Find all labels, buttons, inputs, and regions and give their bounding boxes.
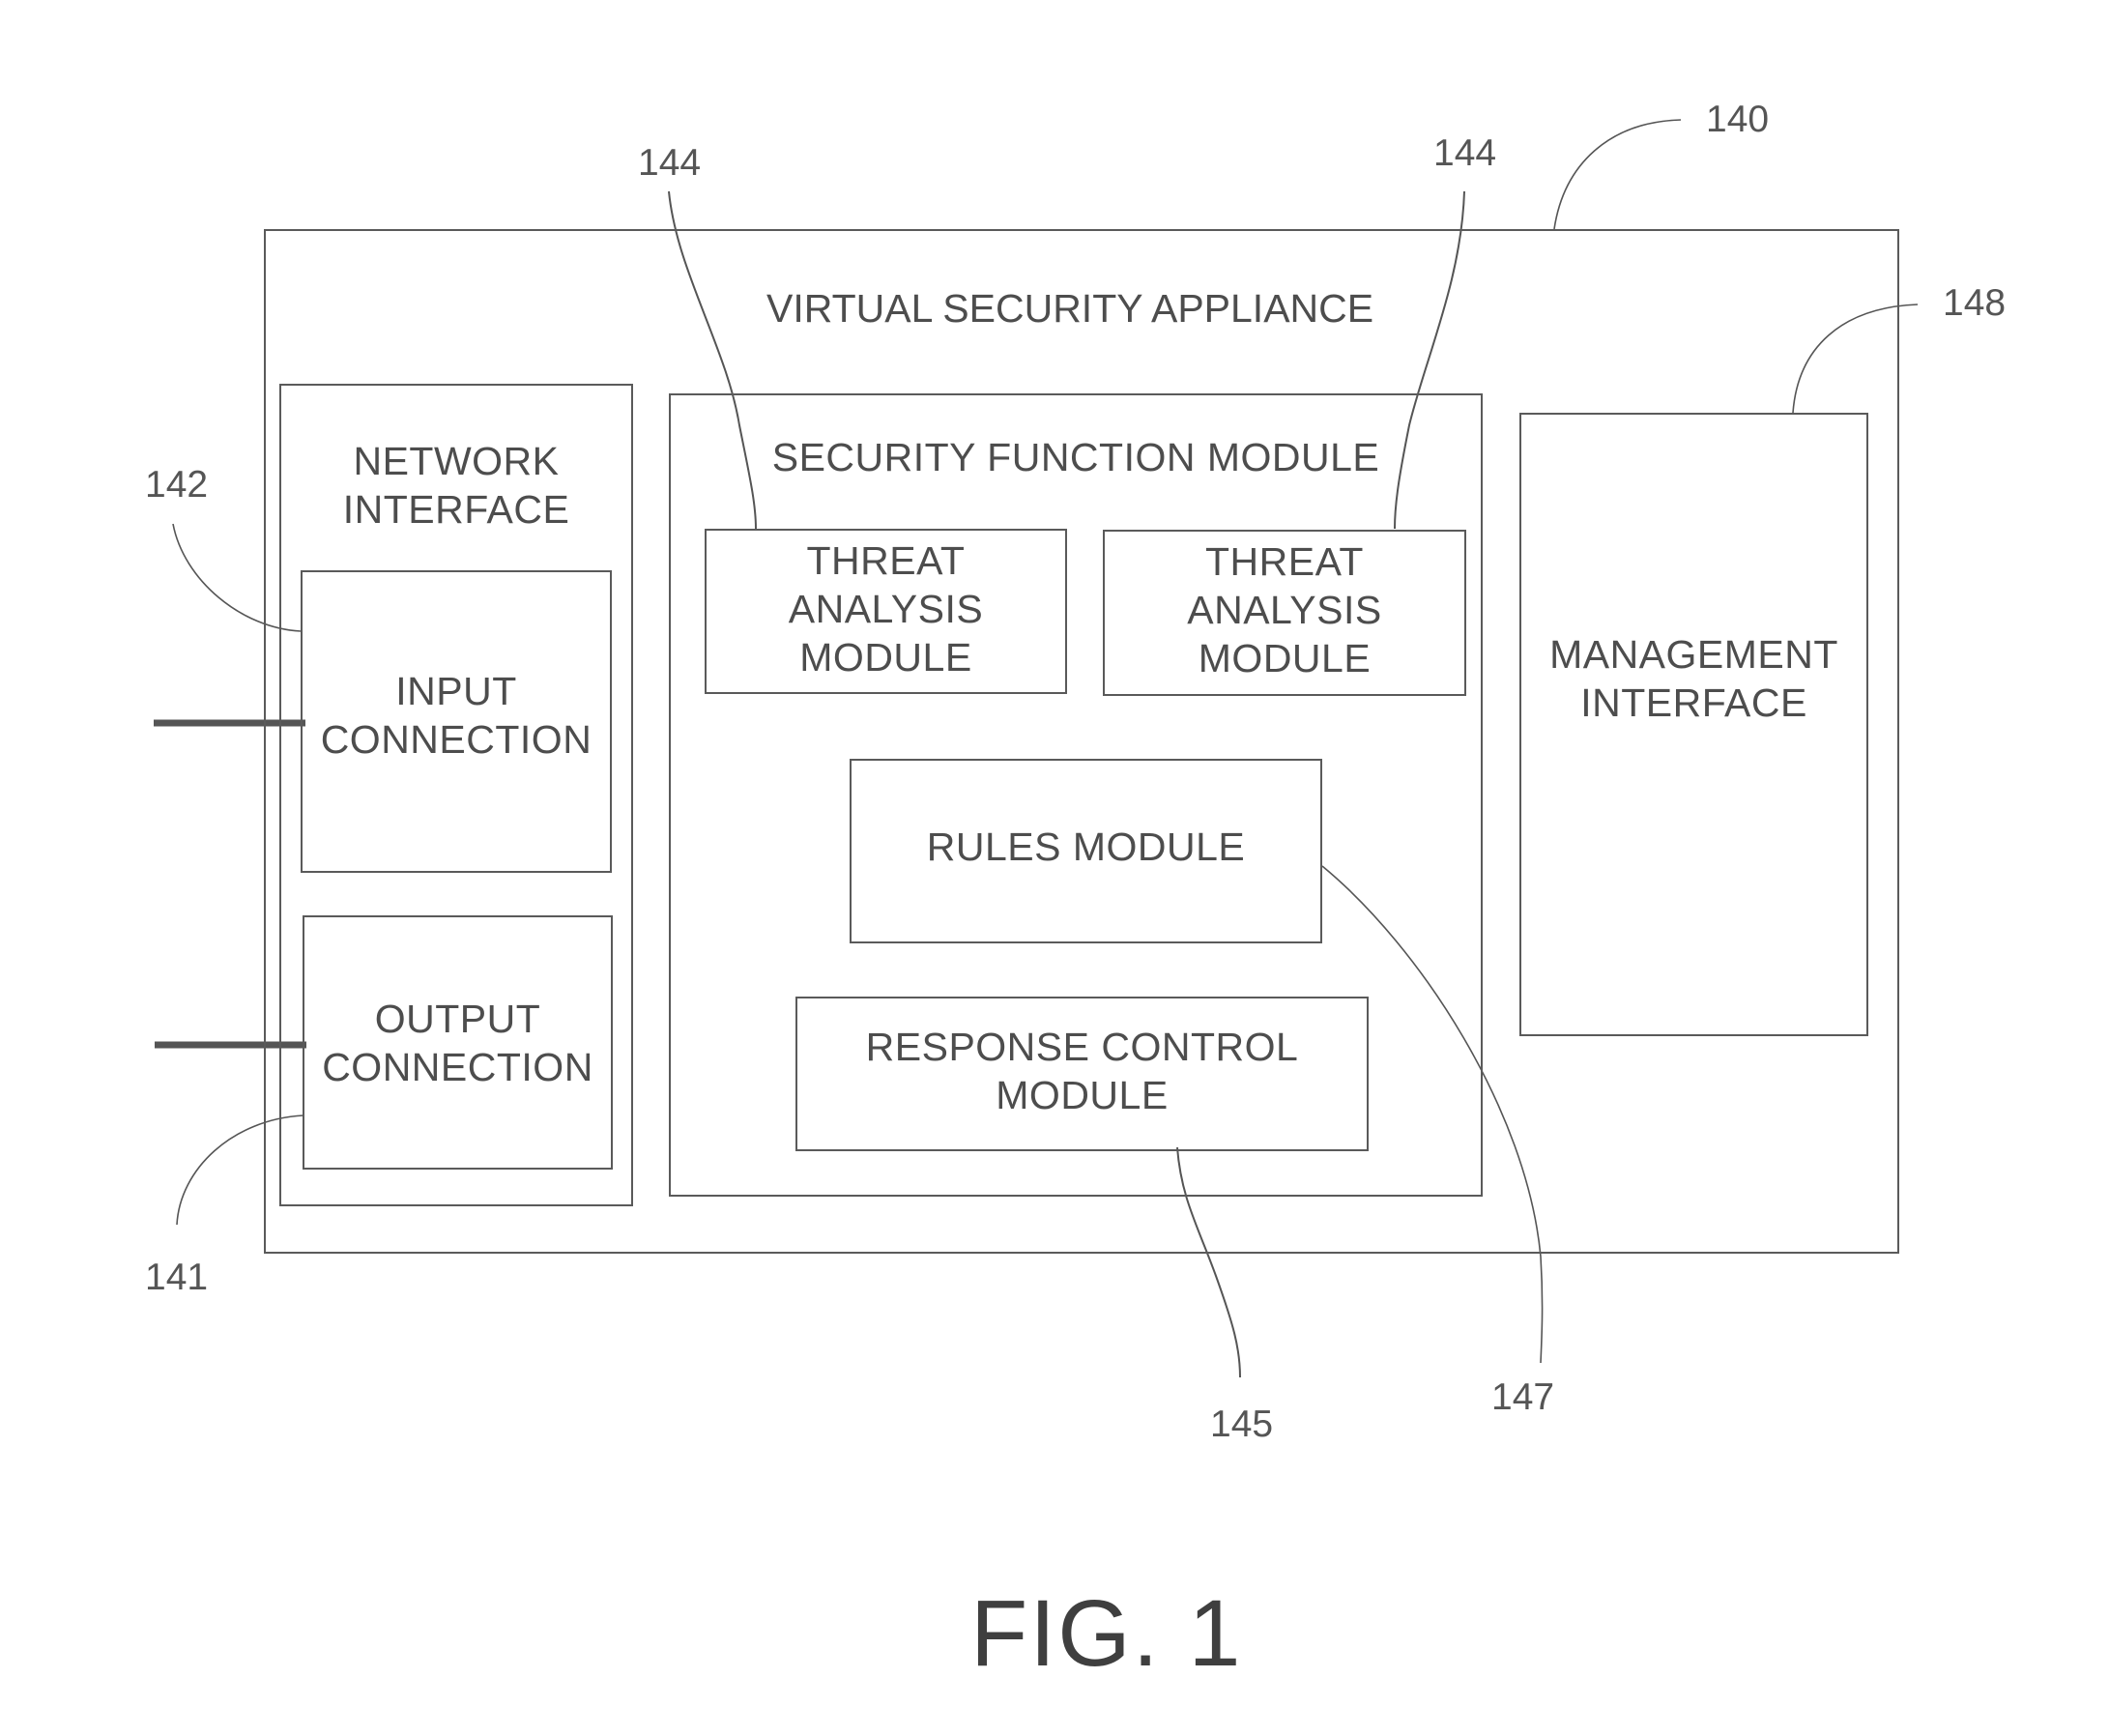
virtual-security-appliance-title: VIRTUAL SECURITY APPLIANCE	[766, 286, 1374, 331]
ref-144-right: 144	[1433, 132, 1497, 174]
management-interface-label: MANAGEMENT INTERFACE	[1549, 632, 1838, 725]
management-interface-box: MANAGEMENT INTERFACE	[1519, 413, 1868, 1036]
ref-144-left: 144	[638, 142, 702, 184]
security-function-module-title: SECURITY FUNCTION MODULE	[771, 435, 1380, 479]
response-control-module-box: RESPONSE CONTROL MODULE	[795, 997, 1369, 1151]
rules-module-box: RULES MODULE	[850, 759, 1322, 943]
figure-caption: FIG. 1	[970, 1580, 1243, 1686]
input-connection-box: INPUT CONNECTION	[301, 570, 612, 873]
threat-analysis-module-2: THREAT ANALYSIS MODULE	[1103, 530, 1466, 696]
patent-figure: VIRTUAL SECURITY APPLIANCE NETWORK INTER…	[0, 0, 2109, 1736]
output-connection-label: OUTPUT CONNECTION	[322, 997, 593, 1089]
threat-analysis-module-1: THREAT ANALYSIS MODULE	[705, 529, 1067, 694]
ref-140: 140	[1706, 99, 1770, 140]
ref-148: 148	[1943, 282, 2007, 324]
ref-141: 141	[145, 1257, 209, 1298]
ref-147: 147	[1491, 1376, 1555, 1418]
network-interface-title: NETWORK INTERFACE	[342, 439, 570, 532]
rules-module-label: RULES MODULE	[926, 825, 1246, 869]
input-connection-label: INPUT CONNECTION	[320, 669, 592, 762]
ref-142: 142	[145, 464, 209, 506]
ref-145: 145	[1210, 1403, 1274, 1445]
leader-140	[1553, 119, 1682, 230]
threat-analysis-module-2-label: THREAT ANALYSIS MODULE	[1187, 539, 1382, 680]
output-connection-box: OUTPUT CONNECTION	[303, 915, 613, 1170]
response-control-module-label: RESPONSE CONTROL MODULE	[865, 1025, 1299, 1117]
threat-analysis-module-1-label: THREAT ANALYSIS MODULE	[788, 538, 984, 680]
